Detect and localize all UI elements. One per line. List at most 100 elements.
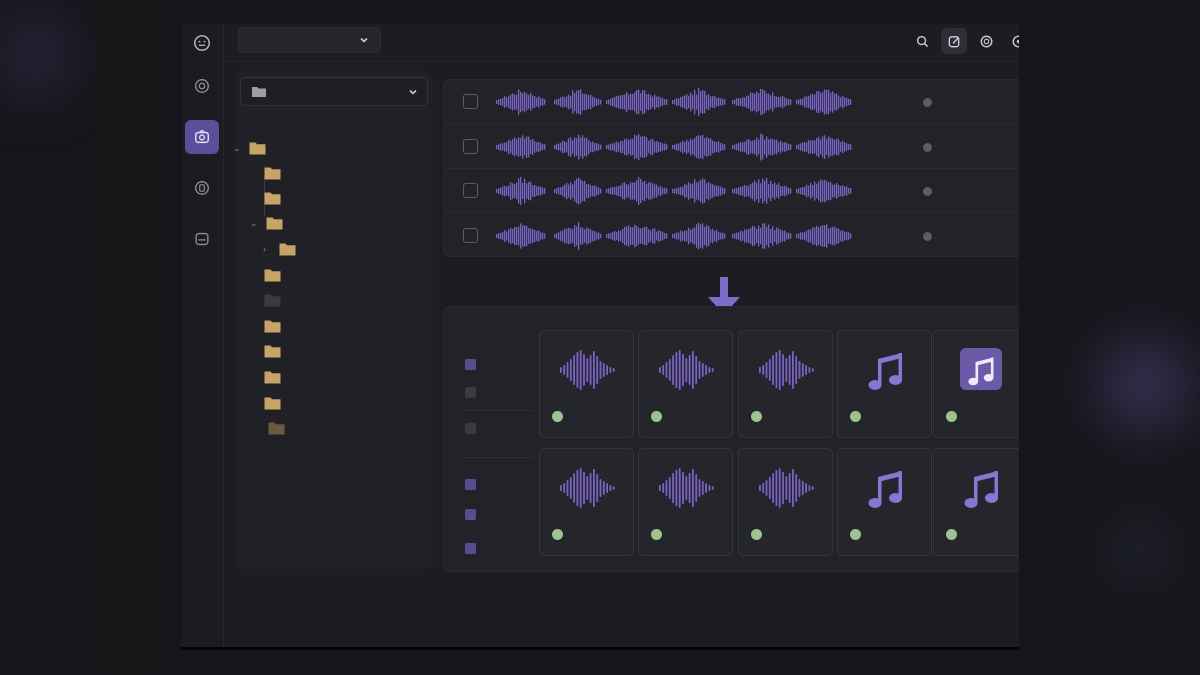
waveform-row[interactable] <box>444 169 1019 213</box>
waveform-bar <box>752 225 754 246</box>
audio-tile[interactable] <box>738 448 833 556</box>
waveform-row[interactable] <box>444 214 1019 258</box>
filter-checkbox[interactable] <box>465 423 476 434</box>
waveform-bar <box>712 140 714 153</box>
waveform-bar <box>692 351 694 389</box>
waveform-bar <box>774 96 776 108</box>
waveform-bar <box>500 98 502 106</box>
audio-tile[interactable] <box>933 330 1019 438</box>
filter-option[interactable] <box>465 423 486 434</box>
waveform-bar <box>688 182 690 200</box>
filter-checkbox[interactable] <box>465 509 476 520</box>
audio-tile[interactable] <box>837 448 932 556</box>
results-panel <box>443 306 1019 572</box>
waveform-bar <box>496 233 498 238</box>
breadcrumb-select[interactable] <box>238 27 381 53</box>
filter-checkbox[interactable] <box>465 543 476 554</box>
audio-tile[interactable] <box>638 448 733 556</box>
waveform-bar <box>766 135 768 158</box>
audio-tile[interactable] <box>539 330 634 438</box>
waveform-bar <box>584 93 586 111</box>
waveform-bar <box>612 486 615 490</box>
tree-item[interactable] <box>264 369 289 385</box>
tree-item[interactable]: › <box>263 241 304 257</box>
filter-option[interactable] <box>465 359 486 370</box>
settings-button[interactable] <box>1005 28 1019 54</box>
row-checkbox[interactable] <box>463 138 478 154</box>
face-icon-button[interactable] <box>185 26 219 60</box>
waveform-bar <box>774 182 776 200</box>
audio-tile[interactable] <box>837 330 932 438</box>
waveform-bar <box>560 97 562 107</box>
divider <box>460 410 534 411</box>
tree-item[interactable] <box>264 395 289 411</box>
top-bar <box>224 24 1019 62</box>
filter-option[interactable] <box>465 543 486 554</box>
waveform-bar <box>790 143 792 150</box>
waveform-bar <box>768 184 770 198</box>
tree-item[interactable] <box>264 318 289 334</box>
tree-item[interactable] <box>264 165 289 181</box>
waveform-bar <box>624 226 626 245</box>
waveform-bar <box>740 98 742 106</box>
inbox-icon-button[interactable] <box>185 222 219 256</box>
waveform-bar <box>626 226 628 245</box>
waveform-icon <box>496 221 852 250</box>
waveform-bar <box>684 95 686 109</box>
waveform-bar <box>778 227 780 244</box>
waveform-bar <box>672 473 674 503</box>
tree-item[interactable] <box>268 420 293 436</box>
chevron-down-icon[interactable]: ⌄ <box>250 218 258 229</box>
waveform-bar <box>716 141 718 152</box>
waveform-row[interactable] <box>444 125 1019 169</box>
waveform-bar <box>692 139 694 154</box>
waveform-bar <box>586 137 588 156</box>
history-icon-button[interactable] <box>185 69 219 103</box>
chevron-right-icon[interactable]: › <box>263 244 271 254</box>
row-checkbox[interactable] <box>463 227 478 243</box>
audio-tile[interactable] <box>539 448 634 556</box>
waveform-bar <box>580 179 582 203</box>
waveform-bar <box>646 226 648 245</box>
waveform-bar <box>685 358 688 382</box>
audio-tile[interactable] <box>933 448 1019 556</box>
waveform-bar <box>674 232 676 239</box>
waveform-row[interactable] <box>444 80 1019 124</box>
waveform-bar <box>642 181 644 201</box>
camera-icon-button[interactable] <box>185 120 219 154</box>
tree-item[interactable]: ⌄ <box>250 215 291 231</box>
waveform-bar <box>650 182 652 200</box>
waveform-bar <box>648 140 650 153</box>
waveform-bar <box>598 187 600 195</box>
audio-tile[interactable] <box>638 330 733 438</box>
filter-option[interactable] <box>465 479 486 490</box>
tree-item[interactable] <box>264 343 289 359</box>
edit-button[interactable] <box>941 28 967 54</box>
search-button[interactable] <box>909 28 935 54</box>
tree-item[interactable] <box>264 190 289 206</box>
waveform-bar <box>711 368 714 372</box>
tag-icon-button[interactable] <box>185 171 219 205</box>
waveform-bar <box>742 230 744 241</box>
refresh-button[interactable] <box>973 28 999 54</box>
tree-item[interactable]: ⌄ <box>233 140 274 156</box>
waveform-bar <box>808 229 810 242</box>
tree-item[interactable] <box>264 267 289 283</box>
row-checkbox[interactable] <box>463 183 478 198</box>
chevron-down-icon[interactable]: ⌄ <box>233 143 241 154</box>
waveform-bar <box>528 95 530 109</box>
waveform-bar <box>600 233 602 238</box>
folder-select[interactable] <box>240 77 428 106</box>
tree-item[interactable] <box>264 292 289 308</box>
audio-tile[interactable] <box>738 330 833 438</box>
filter-option[interactable] <box>465 509 486 520</box>
waveform-bar <box>716 229 718 242</box>
waveform-bar <box>590 94 592 110</box>
filter-checkbox[interactable] <box>465 479 476 490</box>
waveform-bar <box>696 182 698 200</box>
filter-option[interactable] <box>465 387 486 398</box>
waveform-bar <box>772 184 774 198</box>
filter-checkbox[interactable] <box>465 359 476 370</box>
filter-checkbox[interactable] <box>465 387 476 398</box>
row-checkbox[interactable] <box>463 94 478 109</box>
